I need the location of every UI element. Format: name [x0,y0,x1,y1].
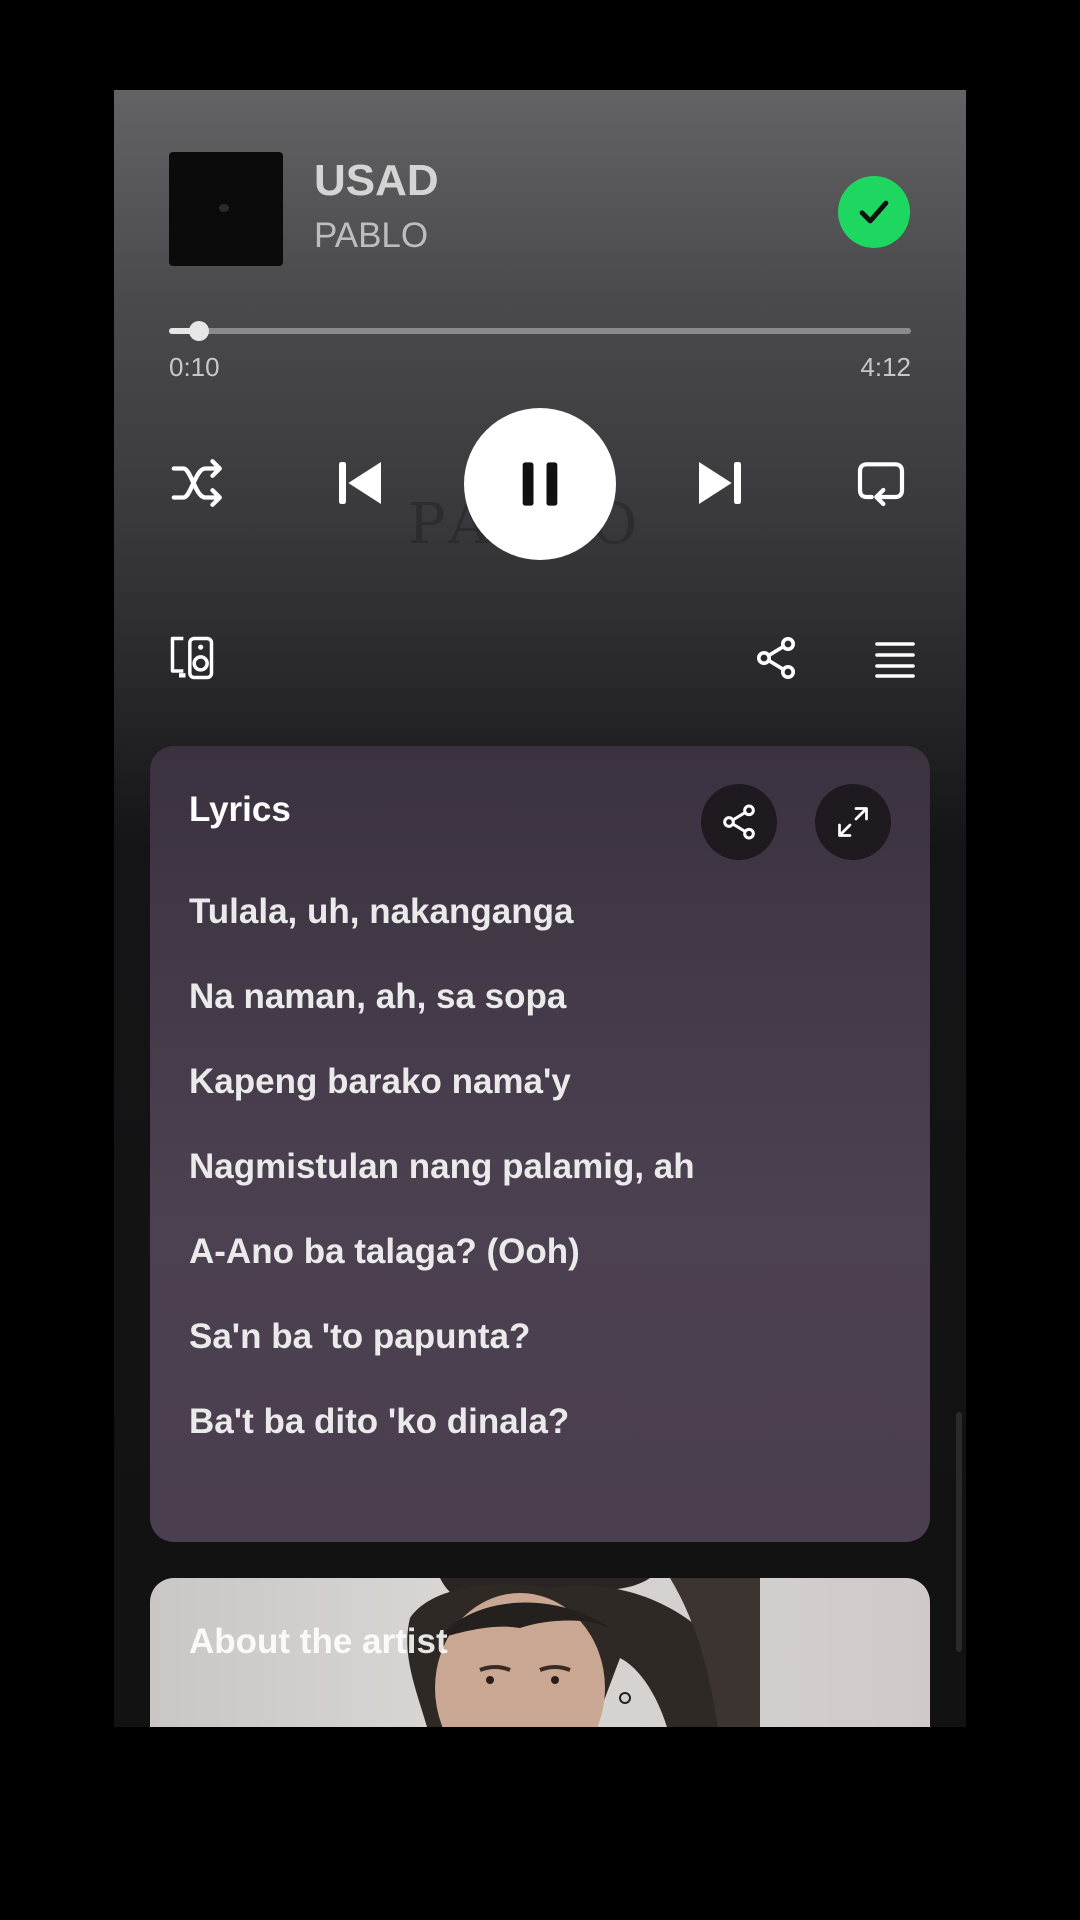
shuffle-button[interactable] [167,452,229,514]
pause-icon [522,462,558,506]
pause-button[interactable] [464,408,616,560]
lyric-line[interactable]: Nagmistulan nang palamig, ah [189,1147,695,1232]
expand-icon [838,807,868,837]
artist-name[interactable]: PABLO [314,216,428,256]
skip-next-icon [699,462,741,504]
skip-previous-icon [339,462,381,504]
saved-check-icon[interactable] [838,176,910,248]
lyric-line[interactable]: Tulala, uh, nakanganga [189,892,695,977]
connect-device-icon [170,636,214,680]
share-button[interactable] [748,630,804,686]
lyric-line[interactable]: Na naman, ah, sa sopa [189,977,695,1062]
song-title[interactable]: USAD [314,156,439,206]
queue-icon [875,642,915,678]
queue-button[interactable] [867,630,923,686]
lyrics-card[interactable]: Lyrics Tulala, uh, nakanganga Na naman, … [150,746,930,1542]
repeat-icon [857,462,905,507]
lyrics-expand-button[interactable] [815,784,891,860]
next-button[interactable] [689,452,751,514]
previous-button[interactable] [329,452,391,514]
lyric-line[interactable]: A-Ano ba talaga? (Ooh) [189,1232,695,1317]
share-icon [757,637,795,679]
now-playing-screen: PABLO USAD PABLO 0:10 4:12 [114,90,966,1727]
elapsed-time: 0:10 [169,352,220,382]
lyrics-heading: Lyrics [189,790,291,829]
lyric-line[interactable]: Ba't ba dito 'ko dinala? [189,1402,695,1487]
lyric-line[interactable]: Sa'n ba 'to papunta? [189,1317,695,1402]
album-art[interactable] [169,152,283,266]
lyrics-share-button[interactable] [701,784,777,860]
about-artist-heading: About the artist [189,1622,448,1661]
shuffle-icon [171,459,222,507]
lyric-line[interactable]: Kapeng barako nama'y [189,1062,695,1147]
progress-bar[interactable] [169,321,911,341]
repeat-button[interactable] [850,452,912,514]
progress-knob[interactable] [188,321,209,341]
scrollbar[interactable] [956,1412,962,1652]
total-time: 4:12 [860,352,911,382]
about-artist-card[interactable]: About the artist [150,1578,930,1727]
lyrics-lines: Tulala, uh, nakanganga Na naman, ah, sa … [189,892,695,1487]
connect-devices-button[interactable] [164,630,220,686]
share-icon [723,804,755,840]
